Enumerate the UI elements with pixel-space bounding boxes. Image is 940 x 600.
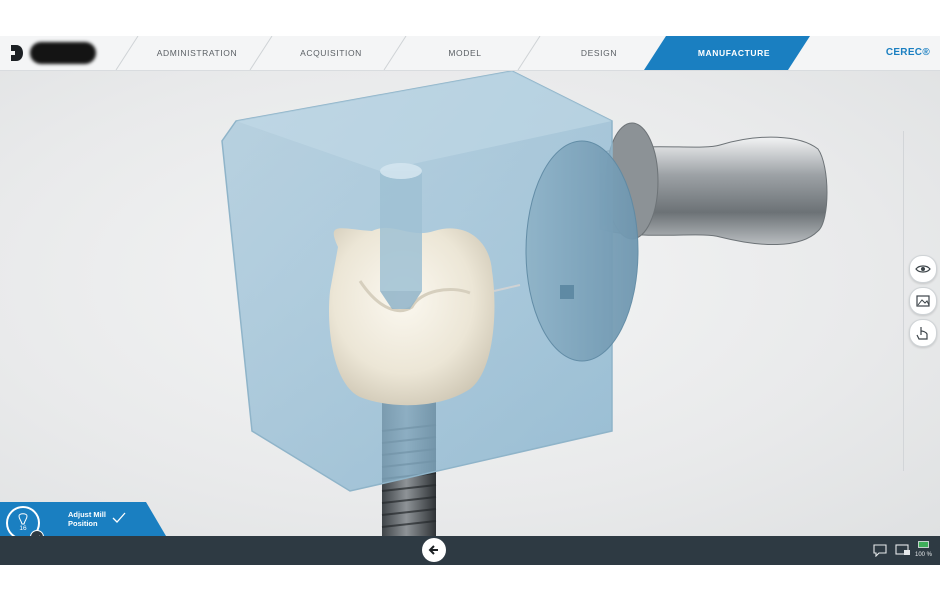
chat-icon[interactable]: [872, 543, 888, 557]
bottom-status-bar: 100 %: [0, 536, 940, 565]
tab-manufacture[interactable]: MANUFACTURE: [672, 36, 796, 70]
hand-pointer-icon: [916, 327, 928, 340]
view-toggle-button[interactable]: [909, 255, 937, 283]
drill-tool: [380, 163, 422, 309]
battery-level: 100 %: [915, 552, 933, 558]
holder-disc: [525, 140, 639, 362]
image-button[interactable]: [909, 287, 937, 315]
screen-lock-icon[interactable]: [894, 542, 912, 558]
battery-icon: [918, 541, 929, 548]
arrow-left-icon: [428, 545, 438, 555]
tab-design[interactable]: DESIGN: [542, 36, 656, 70]
tab-model[interactable]: MODEL: [408, 36, 522, 70]
tab-administration[interactable]: ADMINISTRATION: [140, 36, 254, 70]
toolbar-divider: [903, 131, 904, 471]
step-done-check-icon: [112, 512, 126, 523]
milling-scene[interactable]: [0, 71, 940, 536]
image-icon: [916, 295, 930, 307]
3d-viewport[interactable]: [0, 71, 940, 536]
eye-icon: [915, 265, 931, 273]
interaction-button[interactable]: [909, 319, 937, 347]
back-button[interactable]: [422, 538, 446, 562]
brand-label: CEREC®: [885, 47, 930, 58]
top-navigation-bar: ADMINISTRATION ACQUISITION MODEL DESIGN …: [0, 36, 940, 71]
step-label[interactable]: Adjust Mill Position: [68, 510, 118, 528]
tab-acquisition[interactable]: ACQUISITION: [274, 36, 388, 70]
